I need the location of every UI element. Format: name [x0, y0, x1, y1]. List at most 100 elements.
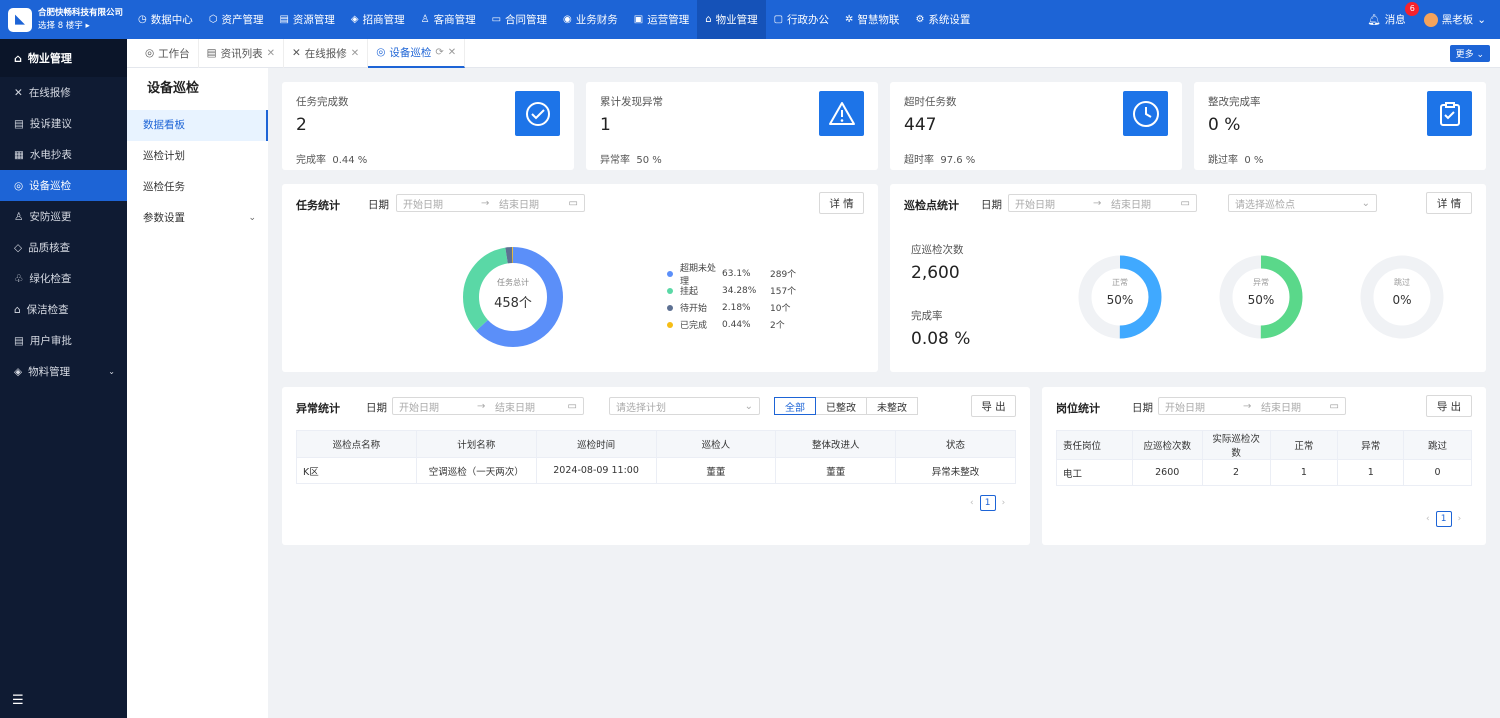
chevron-down-icon: ⌄	[1477, 13, 1486, 26]
sidebar-item-icon: ♧	[14, 272, 24, 285]
legend-item[interactable]: 待开始 2.18% 10个	[667, 299, 796, 316]
topnav-item[interactable]: ♙ 客商管理	[413, 0, 484, 39]
sidebar-item-icon: ♙	[14, 210, 24, 223]
ring-label: 跳过	[1394, 278, 1410, 287]
subnav-item-plan[interactable]: 巡检计划	[127, 141, 268, 172]
prev-page-icon[interactable]: ‹	[1426, 514, 1430, 524]
post-table: 责任岗位 应巡检次数 实际巡检次数 正常 异常 跳过 电工 2600 2 1 1 0	[1056, 430, 1472, 486]
subnav-label: 数据看板	[143, 119, 185, 131]
filter-rectified[interactable]: 已整改	[815, 397, 867, 415]
topnav-item[interactable]: ▢ 行政办公	[766, 0, 837, 39]
menu-icon: ◷	[138, 14, 147, 25]
legend-item[interactable]: 挂起 34.28% 157个	[667, 282, 796, 299]
close-icon[interactable]: ✕	[351, 48, 359, 59]
plan-select[interactable]: 请选择计划 ⌄	[609, 397, 760, 415]
tab-label: 设备巡检	[389, 46, 432, 59]
collapse-menu-icon[interactable]: ☰	[12, 693, 24, 708]
topnav-item[interactable]: ⌂ 物业管理	[697, 0, 766, 39]
legend-name: 待开始	[680, 304, 708, 314]
legend-percent: 2.18%	[722, 302, 751, 313]
sidebar-item[interactable]: ◇ 品质核查	[0, 232, 127, 263]
detail-button[interactable]: 详 情	[819, 192, 864, 214]
legend-dot	[667, 270, 673, 277]
anomaly-pagination: ‹ 1 ›	[970, 495, 1005, 511]
legend-item[interactable]: 超期未处理 63.1% 289个	[667, 264, 796, 287]
subnav-item-task[interactable]: 巡检任务	[127, 172, 268, 203]
sidebar-item-label: 保洁检查	[26, 304, 69, 316]
page-tab[interactable]: ◎ 设备巡检 ⟳ ✕	[368, 38, 466, 68]
start-date-placeholder: 开始日期	[403, 199, 443, 211]
sidebar-item[interactable]: ▦ 水电抄表	[0, 139, 127, 170]
building-selector[interactable]: 选择 8 楼宇 ▸	[38, 20, 123, 33]
export-button[interactable]: 导 出	[971, 395, 1016, 417]
donut-center-value: 458个	[494, 296, 532, 311]
refresh-icon[interactable]: ⟳	[435, 47, 443, 58]
topnav-item[interactable]: ▭ 合同管理	[484, 0, 555, 39]
topnav-item[interactable]: ✲ 智慧物联	[837, 0, 907, 39]
page-number[interactable]: 1	[1435, 511, 1452, 527]
table-row[interactable]: 电工 2600 2 1 1 0	[1056, 459, 1472, 486]
sidebar-item[interactable]: ♙ 安防巡更	[0, 201, 127, 232]
close-icon[interactable]: ✕	[267, 48, 275, 59]
page-number[interactable]: 1	[979, 495, 996, 511]
topnav-label: 资源管理	[292, 14, 335, 26]
stat-footer: 跳过率 0 %	[1208, 155, 1264, 166]
ring-value: 50%	[1247, 293, 1275, 307]
prev-page-icon[interactable]: ‹	[970, 498, 974, 508]
user-menu[interactable]: 黑老板 ⌄	[1423, 12, 1486, 27]
close-icon[interactable]: ✕	[448, 47, 456, 58]
legend-name: 超期未处理	[680, 263, 717, 287]
messages-button[interactable]: 🔔︎ 消息 6	[1367, 2, 1420, 27]
legend-percent: 63.1%	[722, 268, 751, 279]
sidebar-item-icon: ▤	[14, 334, 24, 347]
topnav-item[interactable]: ▤ 资源管理	[271, 0, 342, 39]
brand[interactable]: ◣ 合肥快畅科技有限公司 选择 8 楼宇 ▸	[0, 0, 127, 39]
filter-all[interactable]: 全部	[774, 397, 816, 415]
export-button[interactable]: 导 出	[1426, 395, 1472, 417]
sidebar-item[interactable]: ⌂ 保洁检查	[0, 294, 127, 325]
page-tab[interactable]: ▤ 资讯列表 ✕	[199, 38, 284, 68]
task-stats-panel: 任务统计 日期 开始日期 → 结束日期 ▭ 详 情 任务总计 458个 超期未处理 63…	[282, 184, 878, 372]
subnav-item-dashboard[interactable]: 数据看板	[127, 110, 268, 141]
topnav-item[interactable]: ◉ 业务财务	[555, 0, 626, 39]
sidebar-item[interactable]: ▤ 用户审批	[0, 325, 127, 356]
sidebar-item[interactable]: ◈ 物料管理 ⌄	[0, 356, 127, 387]
sidebar-item[interactable]: ▤ 投诉建议	[0, 108, 127, 139]
next-page-icon[interactable]: ›	[1458, 514, 1462, 524]
topnav-item[interactable]: ◈ 招商管理	[343, 0, 413, 39]
sidebar-item[interactable]: ♧ 绿化检查	[0, 263, 127, 294]
menu-icon: ⌂	[705, 14, 712, 25]
inspection-point-select[interactable]: 请选择巡检点 ⌄	[1228, 194, 1377, 212]
topnav-item[interactable]: ⬡ 资产管理	[201, 0, 272, 39]
legend-percent: 0.44%	[722, 319, 751, 330]
menu-icon: ⬡	[208, 14, 218, 25]
detail-button[interactable]: 详 情	[1426, 192, 1472, 214]
sidebar-item[interactable]: ◎ 设备巡检	[0, 170, 127, 201]
date-range-input[interactable]: 开始日期 → 结束日期 ▭	[392, 397, 584, 415]
column-header: 异常	[1337, 430, 1405, 460]
date-range-input[interactable]: 开始日期 → 结束日期 ▭	[1158, 397, 1346, 415]
table-row[interactable]: K区 空调巡检（一天两次） 2024-08-09 11:00 董董 董董 异常未整改	[296, 457, 1016, 484]
topnav-label: 系统设置	[928, 14, 971, 26]
sidebar-item-label: 用户审批	[29, 335, 72, 347]
topnav-item[interactable]: ◷ 数据中心	[130, 0, 201, 39]
subnav-item-settings[interactable]: 参数设置 ⌄	[127, 203, 268, 234]
anomaly-table: 巡检点名称 计划名称 巡检时间 巡检人 整体改进人 状态 K区 空调巡检（一天两次） 2024…	[296, 430, 1016, 484]
more-tabs-button[interactable]: 更多 ⌄	[1449, 45, 1490, 62]
topnav-item[interactable]: ⚙ 系统设置	[907, 0, 978, 39]
stat-card-rectify: 整改完成率 0 % 跳过率 0 %	[1194, 82, 1486, 170]
stat-card-anomaly: 累计发现异常 1 异常率 50 %	[586, 82, 878, 170]
topnav-item[interactable]: ▣ 运营管理	[626, 0, 697, 39]
ring-chart-1: 异常 50%	[1218, 254, 1304, 340]
sidebar-item[interactable]: ✕ 在线报修	[0, 77, 127, 108]
table-cell: K区	[296, 457, 417, 484]
legend-item[interactable]: 已完成 0.44% 2个	[667, 316, 796, 333]
filter-unrectified[interactable]: 未整改	[866, 397, 918, 415]
date-range-input[interactable]: 开始日期 → 结束日期 ▭	[396, 194, 585, 212]
top-navigation-bar: ◣ 合肥快畅科技有限公司 选择 8 楼宇 ▸ ◷ 数据中心 ⬡ 资产管理 ▤ 资源管理 ◈ 招…	[0, 0, 1500, 39]
page-tab[interactable]: ✕ 在线报修 ✕	[284, 38, 369, 68]
start-date-placeholder: 开始日期	[1015, 199, 1055, 211]
next-page-icon[interactable]: ›	[1002, 498, 1006, 508]
date-range-input[interactable]: 开始日期 → 结束日期 ▭	[1008, 194, 1197, 212]
page-tab[interactable]: ◎ 工作台	[137, 38, 199, 68]
